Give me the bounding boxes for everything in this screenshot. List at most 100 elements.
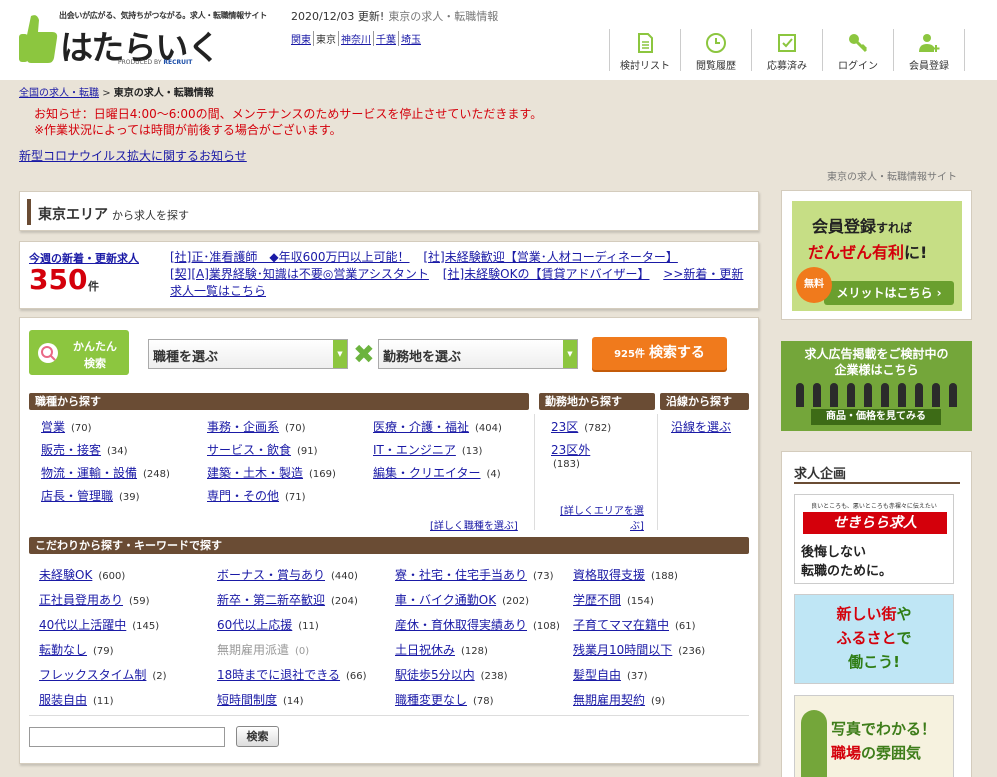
keyword-item: 土日祝休み (128) [395,643,488,657]
banner-line: 新しい街や [836,605,912,623]
banner-line: 職場の雰囲気 [831,744,922,762]
keyword-input[interactable] [29,727,225,747]
keyword-item: 新卒・第二新卒歓迎 (204) [217,593,358,607]
region-kanagawa[interactable]: 神奈川 [339,31,374,46]
people-illustration [791,383,961,407]
keyword-item: フレックスタイム制 (2) [39,668,167,682]
check-icon [778,34,796,52]
location-count: (183) [553,459,580,470]
job-section-header: 職種から探す [29,393,529,410]
site-tag: 東京の求人・転職情報サイト [827,172,957,183]
train-line-link[interactable]: 沿線を選ぶ [671,420,731,434]
region-tokyo: 東京 [314,31,339,46]
keyword-item: 職種変更なし (78) [395,693,494,707]
region-kanto[interactable]: 関東 [291,31,314,46]
job-category-item: 物流・運輸・設備 (248) [41,466,170,480]
keyword-item: 残業月10時間以下 (236) [573,643,706,657]
job-category-item: 販売・接客 (34) [41,443,128,457]
new-jobs-box: 今週の新着・更新求人 350 件 [社]正･准看護師 ◆年収600万円以上可能！… [19,241,759,309]
job-category-item: IT・エンジニア (13) [373,443,483,457]
more-areas-link-cont[interactable]: ぶ] [630,517,644,532]
breadcrumb-current: 東京の求人・転職情報 [113,88,214,99]
location-item: 23区外 [551,443,591,457]
workplace-photo-banner[interactable]: 写真でわかる！ 職場の雰囲気 [794,695,954,777]
employer-ad-text: 求人広告掲載をご検討中の 企業様はこちら [804,347,949,377]
banner-headline-1: 会員登録すれば [812,217,913,236]
page-title: 東京エリア から求人を探す [38,207,189,223]
covid-notice-link[interactable]: 新型コロナウイルス拡大に関するお知らせ [19,147,247,164]
region-saitama[interactable]: 埼玉 [399,31,423,46]
nav-label: ログイン [838,61,878,72]
nav-login[interactable]: ログイン [823,29,894,72]
keyword-item: 駅徒歩5分以内 (238) [395,668,508,682]
nav-register[interactable]: 会員登録 [894,29,965,72]
keyword-search-button[interactable]: 検索 [236,726,279,747]
job-category-item: 編集・クリエイター (4) [373,466,501,480]
maintenance-note: ※作業状況によっては時間が前後する場合がございます。 [34,123,342,137]
site-header: 出会いが広がる、気持ちがつながる。求人・転職情報サイト はたらいく PRODUC… [0,0,997,80]
breadcrumb-separator: > [102,88,111,99]
banner-headline-2: だんぜん有利に! [808,243,928,262]
job-category-item: 営業 (70) [41,420,92,434]
job-type-select[interactable]: 職種を選ぶ ▼ [148,339,348,369]
region-links: 関東 東京 神奈川 千葉 埼玉 [291,31,423,46]
thumbs-up-icon [19,15,58,64]
hometown-banner[interactable]: 新しい街や ふるさとで 働こう! [794,594,954,684]
nav-applied[interactable]: 応募済み [752,29,823,72]
banner-line: 写真でわかる！ [831,720,937,738]
keyword-item: 40代以上活躍中 (145) [39,618,160,632]
keyword-item: 無期雇用契約 (9) [573,693,666,707]
job-category-item: 建築・土木・製造 (169) [207,466,336,480]
keyword-item: 服装自由 (11) [39,693,114,707]
header-nav: 検討リスト 閲覧履歴 応募済み ログイン 会員登録 [609,29,965,72]
breadcrumb-root[interactable]: 全国の求人・転職 [19,88,99,99]
keyword-item: 未経験OK (600) [39,568,126,582]
view-pricing-button[interactable]: 商品・価格を見てみる [811,409,941,425]
new-job-link[interactable]: [社]正･准看護師 ◆年収600万円以上可能！ [170,250,410,264]
mascot-illustration [801,710,827,777]
more-job-types-link[interactable]: [詳しく職種を選ぶ] [430,517,518,532]
search-button[interactable]: 925件 検索する [592,337,727,370]
train-line-section-header: 沿線から探す [660,393,749,410]
keyword-item: 子育てママ在籍中 (61) [573,618,696,632]
banner-background: 会員登録すれば だんぜん有利に! メリットはこちら › 無料 [792,201,962,311]
location-select[interactable]: 勤務地を選ぶ ▼ [378,339,578,369]
new-job-link[interactable]: [社]未経験歓迎【営業･人材コーディネーター】 [423,250,678,264]
banner-line: 働こう! [848,653,900,671]
document-icon [638,33,653,53]
keyword-item: 車・バイク通勤OK (202) [395,593,529,607]
employer-ad-banner[interactable]: 求人広告掲載をご検討中の 企業様はこちら 商品・価格を見てみる [781,341,972,431]
free-badge: 無料 [796,267,832,303]
sekirara-banner[interactable]: 良いところも、悪いところも赤裸々に伝えたい せきらら求人 後悔しない 転職のため… [794,494,954,584]
banner-line: ふるさとで [836,629,912,647]
region-chiba[interactable]: 千葉 [374,31,399,46]
nav-history[interactable]: 閲覧履歴 [681,29,752,72]
logo-produced-by: PRODUCED BY RECRUIT [118,59,193,66]
dropdown-arrow-icon: ▼ [333,340,347,368]
job-category-item: 医療・介護・福祉 (404) [373,420,502,434]
nav-watchlist[interactable]: 検討リスト [610,29,681,72]
search-panel: かんたん 検索 職種を選ぶ ▼ ✖ 勤務地を選ぶ ▼ 925件 検索する 職種から探す … [19,317,759,764]
keyword-item: 60代以上応援 (11) [217,618,319,632]
nav-label: 閲覧履歴 [696,61,736,72]
title-accent-bar [27,199,31,225]
column-divider [534,414,535,530]
nav-label: 会員登録 [909,61,949,72]
cross-icon: ✖ [353,340,375,370]
job-category-item: 専門・その他 (71) [207,489,306,503]
job-category-item: 事務・企画系 (70) [207,420,306,434]
keyword-item: 18時までに退社できる (66) [217,668,367,682]
new-jobs-count: 350 [29,263,88,296]
member-signup-banner[interactable]: 会員登録すれば だんぜん有利に! メリットはこちら › 無料 [781,190,972,320]
banner-line: 転職のために。 [801,564,893,579]
merit-button[interactable]: メリットはこちら › [824,281,954,305]
keyword-item: 学歴不問 (154) [573,593,654,607]
new-job-link[interactable]: [社]未経験OKの【賃貸アドバイザー】 [443,267,650,281]
easy-search-button[interactable]: かんたん 検索 [29,330,129,375]
easy-search-label: かんたん 検索 [73,340,117,370]
keyword-item-disabled: 無期雇用派遣 (0) [217,643,310,657]
more-areas-link[interactable]: [詳しくエリアを選 [560,502,644,517]
job-category-item: サービス・飲食 (91) [207,443,318,457]
new-job-link[interactable]: [契][A]業界経験･知識は不要◎営業アシスタント [170,267,429,281]
keyword-item: ボーナス・賞与あり (440) [217,568,358,582]
